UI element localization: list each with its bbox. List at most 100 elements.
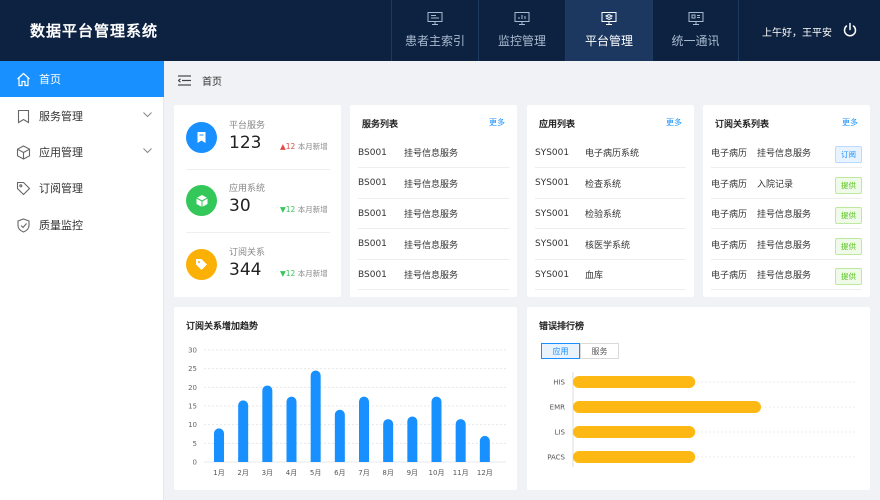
subscription-list-card: 订阅关系列表 更多 电子病历 挂号信息服务 订阅 电子病历 入院记录 提供 电子病历 挂号信息… bbox=[703, 105, 870, 297]
stat-change: ▲12 本月新增 bbox=[280, 141, 328, 152]
row-code: 电子病历 bbox=[711, 149, 748, 159]
row-code: 电子病历 bbox=[711, 210, 748, 220]
x-tick-label: 8月 bbox=[382, 469, 393, 477]
stat-change: ▼12 本月新增 bbox=[280, 268, 328, 279]
more-link[interactable]: 更多 bbox=[666, 117, 682, 128]
chart-bar[interactable] bbox=[407, 416, 418, 462]
card-title: 应用列表 bbox=[539, 120, 576, 130]
chart-bar-base bbox=[407, 457, 418, 462]
list-row[interactable]: 电子病历 挂号信息服务 提供 bbox=[711, 230, 862, 260]
sidebar: 首页 服务管理 应用管理 订阅管理 质量监控 bbox=[0, 61, 164, 500]
trend-chart-card: 订阅关系增加趋势 0 5 10 15 20 25 30 1月 2月 3月 4月 5月 6月 7月 8月 9月 1… bbox=[174, 307, 517, 490]
row-code: SYS001 bbox=[535, 239, 570, 249]
list-row[interactable]: SYS001 电子病历系统 bbox=[535, 138, 686, 168]
nav-label: 统一通讯 bbox=[671, 34, 720, 48]
chart-bar[interactable] bbox=[334, 409, 345, 462]
chart-bar-base bbox=[262, 457, 273, 462]
top-nav: 患者主索引 监控管理 平台管理 统一通讯 bbox=[391, 0, 739, 61]
chart-bar[interactable] bbox=[310, 370, 321, 462]
list-row[interactable]: BS001 挂号信息服务 bbox=[358, 199, 509, 229]
chart-bar[interactable] bbox=[383, 419, 394, 462]
stat-change-value: 12 bbox=[285, 205, 296, 214]
stat-app-system: 应用系统 30 ▼12 本月新增 bbox=[186, 180, 336, 228]
menu-fold-icon[interactable] bbox=[178, 75, 191, 86]
chart-bar[interactable] bbox=[214, 428, 224, 462]
home-icon bbox=[17, 72, 30, 86]
sidebar-item-subscription[interactable]: 订阅管理 bbox=[0, 170, 164, 206]
more-link[interactable]: 更多 bbox=[489, 117, 505, 128]
y-tick-label: 15 bbox=[188, 403, 197, 411]
list-row[interactable]: 电子病历 入院记录 提供 bbox=[711, 169, 862, 199]
stat-value: 30 bbox=[229, 196, 251, 216]
list-row[interactable]: BS001 挂号信息服务 bbox=[358, 230, 509, 260]
nav-item-communication[interactable]: 统一通讯 bbox=[652, 0, 739, 61]
x-tick-label: 7月 bbox=[358, 469, 369, 477]
chart-bar-base bbox=[214, 457, 224, 462]
x-tick-label: 4月 bbox=[286, 469, 297, 477]
nav-item-monitor[interactable]: 监控管理 bbox=[478, 0, 565, 61]
y-tick-label: 20 bbox=[188, 384, 197, 392]
error-ranking-bar-chart: HIS EMR LIS PACS bbox=[547, 372, 855, 467]
list-row[interactable]: SYS001 检查系统 bbox=[535, 169, 686, 199]
sidebar-item-label: 应用管理 bbox=[39, 146, 83, 159]
error-ranking-card: 错误排行榜 应用 服务 HIS EMR LIS PACS bbox=[527, 307, 870, 490]
stats-card: 平台服务 123 ▲12 本月新增 应用系统 30 ▼12 本月新增 订阅关系 … bbox=[174, 105, 341, 297]
list-row[interactable]: 电子病历 挂号信息服务 提供 bbox=[711, 199, 862, 229]
chart-bar[interactable] bbox=[573, 376, 696, 388]
stat-change: ▼12 本月新增 bbox=[280, 204, 328, 215]
sidebar-item-app[interactable]: 应用管理 bbox=[0, 134, 164, 170]
chart-bar[interactable] bbox=[431, 396, 442, 462]
y-tick-label: EMR bbox=[550, 404, 565, 412]
stat-subscription: 订阅关系 344 ▼12 本月新增 bbox=[186, 244, 336, 292]
row-name: 挂号信息服务 bbox=[757, 271, 812, 281]
stat-label: 平台服务 bbox=[229, 121, 266, 131]
list-row[interactable]: SYS001 血库 bbox=[535, 260, 686, 290]
list-row[interactable]: 电子病历 挂号信息服务 订阅 bbox=[711, 138, 862, 168]
chart-bar[interactable] bbox=[573, 426, 696, 438]
sidebar-item-service[interactable]: 服务管理 bbox=[0, 98, 164, 134]
stat-change-value: 12 bbox=[285, 142, 296, 151]
row-name: 电子病历系统 bbox=[585, 149, 640, 159]
list-row[interactable]: SYS001 检验系统 bbox=[535, 199, 686, 229]
row-code: 电子病历 bbox=[711, 240, 748, 251]
chart-bar[interactable] bbox=[573, 401, 761, 413]
chart-bar[interactable] bbox=[573, 451, 696, 463]
sidebar-item-home[interactable]: 首页 bbox=[0, 61, 164, 97]
more-link[interactable]: 更多 bbox=[842, 117, 858, 128]
x-tick-label: 12月 bbox=[477, 469, 493, 477]
list-row[interactable]: BS001 挂号信息服务 bbox=[358, 260, 509, 290]
stat-change-note: 本月新增 bbox=[297, 269, 328, 278]
row-name: 入院记录 bbox=[757, 179, 794, 190]
row-code: BS001 bbox=[358, 178, 387, 188]
app-list-card: 应用列表 更多 SYS001 电子病历系统 SYS001 检查系统 SYS001 检验系统… bbox=[527, 105, 694, 297]
row-code: BS001 bbox=[358, 239, 387, 249]
nav-item-patient-index[interactable]: 患者主索引 bbox=[391, 0, 478, 61]
card-title: 服务列表 bbox=[362, 120, 399, 130]
trend-bar-chart: 0 5 10 15 20 25 30 1月 2月 3月 4月 5月 6月 7月 8月 9月 10月 11月 12月 bbox=[188, 347, 506, 477]
chart-bar-base bbox=[286, 457, 297, 462]
chart-bar[interactable] bbox=[238, 400, 249, 462]
list-row[interactable]: 电子病历 挂号信息服务 提供 bbox=[711, 260, 862, 290]
nav-item-platform[interactable]: 平台管理 bbox=[565, 0, 652, 61]
list-row[interactable]: BS001 挂号信息服务 bbox=[358, 169, 509, 199]
row-name: 挂号信息服务 bbox=[404, 179, 459, 190]
stat-change-value: 12 bbox=[285, 269, 296, 278]
card-title: 订阅关系列表 bbox=[715, 120, 770, 130]
tag-icon bbox=[196, 259, 207, 270]
list-row[interactable]: BS001 挂号信息服务 bbox=[358, 138, 509, 168]
list-row[interactable]: SYS001 核医学系统 bbox=[535, 230, 686, 260]
tag-icon bbox=[16, 181, 31, 195]
x-tick-label: 5月 bbox=[310, 469, 321, 477]
chart-bar[interactable] bbox=[262, 385, 273, 462]
power-icon[interactable] bbox=[842, 22, 858, 38]
chart-bar[interactable] bbox=[455, 419, 466, 462]
chart-bar[interactable] bbox=[359, 396, 369, 462]
stat-label: 应用系统 bbox=[229, 184, 266, 194]
x-tick-label: 9月 bbox=[407, 469, 418, 477]
user-greeting[interactable]: 上午好，王平安 bbox=[762, 24, 832, 39]
sidebar-item-quality[interactable]: 质量监控 bbox=[0, 207, 164, 243]
divider bbox=[186, 169, 330, 170]
cube-icon bbox=[195, 194, 208, 207]
sidebar-item-label: 服务管理 bbox=[39, 110, 83, 123]
chart-bar[interactable] bbox=[286, 396, 297, 462]
